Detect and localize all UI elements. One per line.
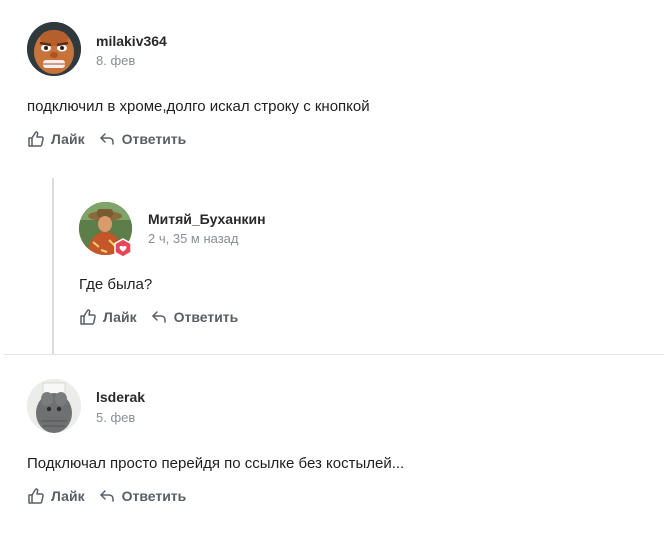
author-avatar[interactable] [27,379,81,433]
like-button[interactable]: Лайк [27,487,85,505]
like-label: Лайк [51,488,85,504]
reply-label: Ответить [121,488,187,504]
comment-time: 5. фев [96,410,136,425]
comment-actions: Лайк Ответить [27,487,186,505]
comment-text: Подключал просто перейдя по ссылке без к… [27,455,405,472]
author-name[interactable]: lsderak [96,389,145,405]
reply-arrow-icon [99,490,114,502]
thumbs-up-icon [28,488,44,504]
comment: lsderak 5. фев Подключал просто перейдя … [0,0,664,534]
reply-button[interactable]: Ответить [99,488,187,504]
knitted-figure-avatar-icon [27,379,81,433]
